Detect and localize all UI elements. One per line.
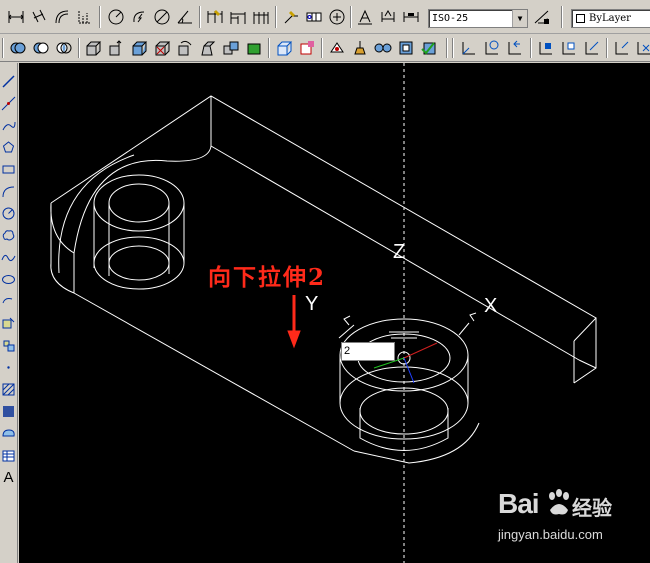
clean-icon[interactable] xyxy=(350,38,370,58)
rectangle-icon[interactable] xyxy=(0,161,17,178)
annotation-text: 向下拉伸2 xyxy=(208,264,327,291)
radius-dimension-icon[interactable] xyxy=(106,7,126,27)
ucs-previous-icon[interactable] xyxy=(505,38,525,58)
object-ucs-icon[interactable] xyxy=(559,38,579,58)
angular-dimension-icon[interactable] xyxy=(175,7,195,27)
dimension-text-edit-icon[interactable] xyxy=(378,7,398,27)
toolbar-grip xyxy=(452,38,454,58)
ellipse-icon[interactable] xyxy=(0,271,17,288)
table-icon[interactable] xyxy=(0,447,17,464)
dimension-style-select[interactable]: ISO-25 ▼ xyxy=(428,9,528,28)
quick-dimension-icon[interactable] xyxy=(205,7,225,27)
watermark-site: 经验 xyxy=(572,498,612,520)
toolbar-separator xyxy=(268,38,270,58)
make-block-icon[interactable] xyxy=(0,337,17,354)
circle-icon[interactable] xyxy=(0,205,17,222)
toolbar-separator xyxy=(530,38,532,58)
axis-y-label: Y xyxy=(305,293,319,315)
arc-length-icon[interactable] xyxy=(52,7,72,27)
color-edges-icon[interactable] xyxy=(297,38,317,58)
layer-color-swatch xyxy=(576,14,585,23)
line-icon[interactable] xyxy=(0,73,17,90)
view-ucs-icon[interactable] xyxy=(582,38,602,58)
construction-line-icon[interactable] xyxy=(0,95,17,112)
toolbar-separator xyxy=(78,38,80,58)
watermark-logo: Bai xyxy=(498,488,540,519)
insert-block-icon[interactable] xyxy=(0,315,17,332)
point-icon[interactable] xyxy=(0,359,17,376)
gradient-icon[interactable] xyxy=(0,403,17,420)
revision-cloud-icon[interactable] xyxy=(0,227,17,244)
toolbar-separator xyxy=(446,38,448,58)
dynamic-input-field[interactable]: 2 xyxy=(341,342,395,361)
origin-ucs-icon[interactable] xyxy=(612,38,632,58)
diameter-dimension-icon[interactable] xyxy=(152,7,172,27)
x-axis-ucs-icon[interactable] xyxy=(634,38,650,58)
dimension-style-value: ISO-25 xyxy=(432,13,469,24)
copy-faces-icon[interactable] xyxy=(221,38,241,58)
world-ucs-icon[interactable] xyxy=(482,38,502,58)
ordinate-dimension-icon[interactable] xyxy=(75,7,95,27)
ellipse-arc-icon[interactable] xyxy=(0,293,17,310)
tolerance-icon[interactable] xyxy=(304,7,324,27)
chevron-down-icon[interactable]: ▼ xyxy=(512,10,527,27)
rotate-faces-icon[interactable] xyxy=(175,38,195,58)
toolbar-separator xyxy=(606,38,608,58)
intersect-icon[interactable] xyxy=(54,38,74,58)
move-faces-icon[interactable] xyxy=(106,38,126,58)
toolbar-separator xyxy=(561,6,563,28)
copy-edges-icon[interactable] xyxy=(274,38,294,58)
imprint-icon[interactable] xyxy=(327,38,347,58)
delete-faces-icon[interactable] xyxy=(152,38,172,58)
region-icon[interactable] xyxy=(0,425,17,442)
toolbar-separator xyxy=(350,6,352,28)
draw-toolbar: A xyxy=(0,63,18,563)
center-mark-icon[interactable] xyxy=(327,7,347,27)
color-faces-icon[interactable] xyxy=(244,38,264,58)
shell-icon[interactable] xyxy=(396,38,416,58)
separate-icon[interactable] xyxy=(373,38,393,58)
paw-logo-icon xyxy=(549,489,569,515)
drawing-canvas[interactable]: 向下拉伸2 Z Y X 2 Bai 经验 jingyan.baidu.com xyxy=(19,63,650,563)
toolbar-separator xyxy=(199,6,201,28)
linear-dimension-icon[interactable] xyxy=(6,7,26,27)
solid-editing-toolbar xyxy=(0,34,650,62)
axis-z-label: Z xyxy=(393,241,406,263)
offset-faces-icon[interactable] xyxy=(129,38,149,58)
dimension-toolbar: ISO-25 ▼ ByLayer xyxy=(0,0,650,34)
union-icon[interactable] xyxy=(8,38,28,58)
jogged-radius-icon[interactable] xyxy=(129,7,149,27)
layer-value: ByLayer xyxy=(589,13,631,24)
polyline-icon[interactable] xyxy=(0,117,17,134)
dimension-edit-icon[interactable] xyxy=(355,7,375,27)
quick-leader-icon[interactable] xyxy=(281,7,301,27)
cad-application: ISO-25 ▼ ByLayer A 向下拉伸2 Z Y X 2 Bai 经验 … xyxy=(0,0,650,563)
dimension-style-icon[interactable] xyxy=(532,7,552,27)
toolbar-separator xyxy=(99,6,101,28)
dimension-update-icon[interactable] xyxy=(401,7,421,27)
watermark: Bai 经验 jingyan.baidu.com xyxy=(498,482,648,558)
toolbar-separator xyxy=(321,38,323,58)
check-icon[interactable] xyxy=(419,38,439,58)
watermark-url: jingyan.baidu.com xyxy=(498,527,603,542)
axis-x-label: X xyxy=(484,295,498,317)
baseline-dimension-icon[interactable] xyxy=(228,7,248,27)
toolbar-grip xyxy=(2,38,4,58)
spline-icon[interactable] xyxy=(0,249,17,266)
extrude-faces-icon[interactable] xyxy=(83,38,103,58)
continue-dimension-icon[interactable] xyxy=(251,7,271,27)
polygon-icon[interactable] xyxy=(0,139,17,156)
ucs-icon[interactable] xyxy=(459,38,479,58)
arc-icon[interactable] xyxy=(0,183,17,200)
multiline-text-icon[interactable]: A xyxy=(0,469,17,486)
aligned-dimension-icon[interactable] xyxy=(29,7,49,27)
hatch-icon[interactable] xyxy=(0,381,17,398)
toolbar-separator xyxy=(275,6,277,28)
subtract-icon[interactable] xyxy=(31,38,51,58)
face-ucs-icon[interactable] xyxy=(536,38,556,58)
layer-select[interactable]: ByLayer xyxy=(571,9,650,28)
taper-faces-icon[interactable] xyxy=(198,38,218,58)
